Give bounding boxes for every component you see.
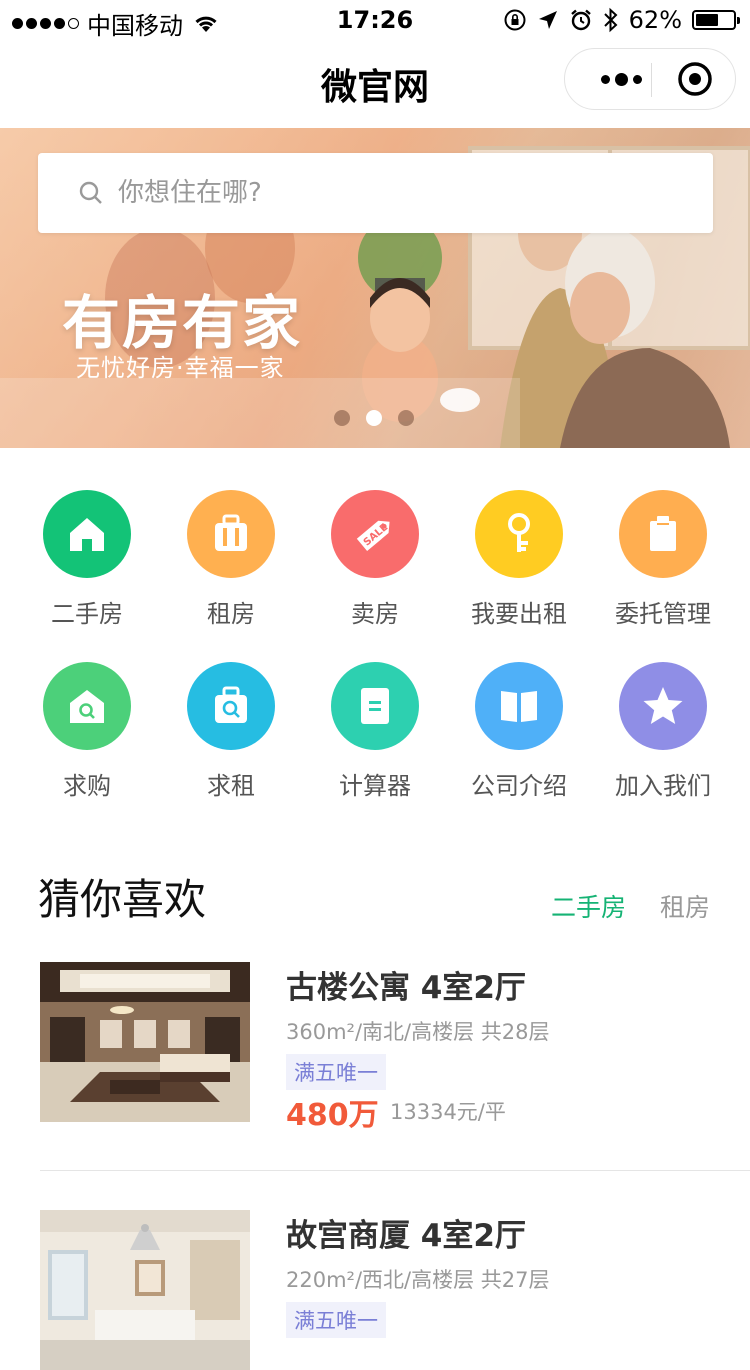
grid-item-circle <box>187 662 275 750</box>
status-bar: 中国移动 17:26 62% <box>0 0 750 40</box>
book-icon <box>501 691 537 722</box>
listing-meta: 360m²/南北/高楼层 共28层 <box>286 1020 550 1044</box>
feature-grid-row: 二手房 租房 SALE 卖房 我要出租 委托管理 <box>0 480 750 652</box>
grid-item-circle <box>619 662 707 750</box>
grid-item-label: 计算器 <box>339 772 411 800</box>
tab-second-hand[interactable]: 二手房 <box>551 888 626 924</box>
grid-item-circle <box>331 662 419 750</box>
listing-tag: 满五唯一 <box>286 1302 386 1338</box>
listing-thumbnail <box>40 962 250 1122</box>
banner-carousel[interactable]: 有房有家 无忧好房·幸福一家 <box>0 128 750 448</box>
target-close-icon <box>678 62 712 96</box>
grid-item-circle <box>475 662 563 750</box>
listing-item[interactable]: 古楼公寓 4室2厅 360m²/南北/高楼层 共28层 满五唯一 480万 13… <box>40 962 750 1133</box>
battery-icon <box>692 10 740 30</box>
status-right: 62% <box>503 6 740 34</box>
grid-item-sell[interactable]: SALE 卖房 <box>303 480 447 652</box>
listing-thumbnail <box>40 1210 250 1370</box>
grid-item-label: 二手房 <box>51 600 123 628</box>
grid-item-label: 加入我们 <box>615 772 711 800</box>
grid-item-circle <box>187 490 275 578</box>
grid-item-label: 求购 <box>63 772 111 800</box>
location-arrow-icon <box>538 11 557 29</box>
section-tabs: 二手房 租房 <box>551 888 710 924</box>
listing-title: 故宫商厦 4室2厅 <box>286 1218 526 1254</box>
listing-tag: 满五唯一 <box>286 1054 386 1090</box>
grid-item-circle <box>619 490 707 578</box>
suitcase-search-icon <box>215 686 247 723</box>
grid-item-want-rent[interactable]: 求租 <box>159 652 303 824</box>
feature-grid: 二手房 租房 SALE 卖房 我要出租 委托管理 求购 求租 计算器 公司介绍 … <box>0 480 750 824</box>
listing-title: 古楼公寓 4室2厅 <box>286 970 526 1006</box>
grid-item-want-buy[interactable]: 求购 <box>15 652 159 824</box>
grid-item-label: 委托管理 <box>615 600 711 628</box>
star-icon <box>643 687 683 724</box>
section-title: 猜你喜欢 <box>38 875 207 924</box>
carousel-dot[interactable] <box>334 410 350 426</box>
listing-meta: 220m²/西北/高楼层 共27层 <box>286 1268 550 1292</box>
capsule-divider <box>651 63 652 97</box>
sale-tag-icon: SALE <box>356 520 390 552</box>
search-box[interactable] <box>38 153 713 233</box>
clipboard-icon <box>650 516 676 551</box>
suitcase-icon <box>215 514 247 551</box>
alarm-icon <box>570 9 591 31</box>
grid-item-second-hand[interactable]: 二手房 <box>15 480 159 652</box>
grid-item-label: 求租 <box>207 772 255 800</box>
calculator-icon <box>361 688 389 724</box>
miniprogram-capsule <box>564 48 736 110</box>
listing-unit-price: 13334元/平 <box>390 1100 506 1124</box>
grid-item-circle <box>43 490 131 578</box>
grid-item-label: 公司介绍 <box>471 772 567 800</box>
tab-rent[interactable]: 租房 <box>660 888 710 924</box>
grid-item-rent[interactable]: 租房 <box>159 480 303 652</box>
carousel-indicator <box>334 410 414 426</box>
grid-item-entrust[interactable]: 委托管理 <box>591 480 735 652</box>
bluetooth-icon <box>603 7 618 33</box>
living-room-photo <box>40 1210 250 1370</box>
more-dots-icon <box>600 74 610 84</box>
house-search-icon <box>70 690 104 723</box>
banner-subline: 无忧好房·幸福一家 <box>76 354 285 382</box>
house-icon <box>70 518 104 551</box>
listing-item[interactable]: 故宫商厦 4室2厅 220m²/西北/高楼层 共27层 满五唯一 <box>40 1210 750 1370</box>
search-icon <box>79 181 102 204</box>
grid-item-circle <box>475 490 563 578</box>
more-button[interactable] <box>591 49 651 109</box>
key-icon <box>508 513 530 552</box>
grid-item-calculator[interactable]: 计算器 <box>303 652 447 824</box>
living-room-photo <box>40 962 250 1122</box>
grid-item-circle: SALE <box>331 490 419 578</box>
list-divider <box>40 1170 750 1171</box>
grid-item-let[interactable]: 我要出租 <box>447 480 591 652</box>
grid-item-label: 租房 <box>207 600 255 628</box>
grid-item-join[interactable]: 加入我们 <box>591 652 735 824</box>
rotation-lock-icon <box>504 9 526 31</box>
close-button[interactable] <box>665 49 725 109</box>
grid-item-company[interactable]: 公司介绍 <box>447 652 591 824</box>
grid-item-circle <box>43 662 131 750</box>
grid-item-label: 我要出租 <box>471 600 567 628</box>
search-input[interactable] <box>116 177 680 209</box>
grid-item-label: 卖房 <box>351 600 399 628</box>
listing-price: 480万 <box>286 1098 379 1133</box>
nav-bar: 微官网 <box>0 40 750 128</box>
carousel-dot-active[interactable] <box>366 410 382 426</box>
battery-percent: 62% <box>628 6 682 34</box>
feature-grid-row: 求购 求租 计算器 公司介绍 加入我们 <box>0 652 750 824</box>
carousel-dot[interactable] <box>398 410 414 426</box>
